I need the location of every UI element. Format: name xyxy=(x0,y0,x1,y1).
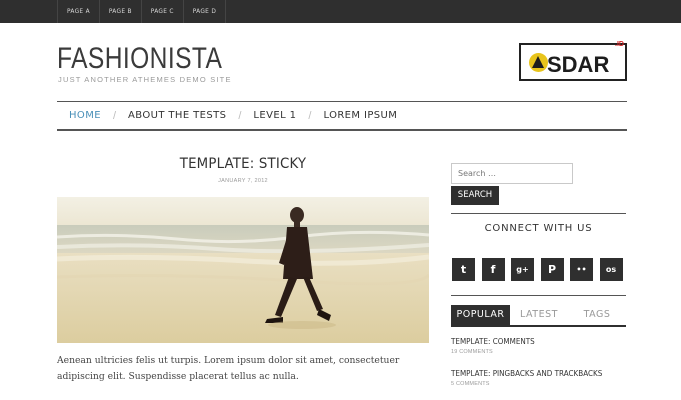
connect-heading: CONNECT WITH US xyxy=(451,213,626,245)
top-nav-page-c[interactable]: PAGE C xyxy=(142,0,184,23)
header-logo[interactable]: SDAR .ID xyxy=(519,41,627,81)
post-title[interactable]: TEMPLATE: STICKY xyxy=(72,156,414,172)
sidebar-divider xyxy=(451,295,626,296)
sidebar-tabs: POPULAR LATEST TAGS xyxy=(451,305,626,327)
popular-post-item: TEMPLATE: PINGBACKS AND TRACKBACKS 5 COM… xyxy=(451,369,626,387)
top-bar: PAGE A PAGE B PAGE C PAGE D xyxy=(0,0,681,23)
tab-popular[interactable]: POPULAR xyxy=(451,305,510,325)
facebook-icon[interactable]: f xyxy=(481,258,505,281)
logo-text: SDAR xyxy=(547,52,610,77)
popular-post-comments: 5 COMMENTS xyxy=(451,381,490,387)
main-nav: HOME / ABOUT THE TESTS / LEVEL 1 / LOREM… xyxy=(57,101,627,131)
top-nav-page-a[interactable]: PAGE A xyxy=(58,0,100,23)
logo-emblem-icon xyxy=(529,53,548,72)
site-tagline: JUST ANOTHER ATHEMES DEMO SITE xyxy=(58,75,232,84)
popular-post-title[interactable]: TEMPLATE: COMMENTS xyxy=(451,337,609,346)
logo-suffix: .ID xyxy=(615,41,624,48)
tab-tags[interactable]: TAGS xyxy=(568,305,626,325)
post-excerpt: Aenean ultricies felis ut turpis. Lorem … xyxy=(57,355,400,382)
social-icons: t f g+ P •• os xyxy=(452,258,623,281)
post-date: JANUARY 7, 2012 xyxy=(218,178,268,184)
nav-item-home[interactable]: HOME xyxy=(57,110,113,121)
search-button[interactable]: SEARCH xyxy=(451,186,499,205)
top-nav-page-b[interactable]: PAGE B xyxy=(100,0,142,23)
nav-item-level-1[interactable]: LEVEL 1 xyxy=(241,110,308,121)
pinterest-icon[interactable]: P xyxy=(540,258,564,281)
post-featured-image[interactable] xyxy=(57,197,429,343)
popular-post-item: TEMPLATE: COMMENTS 19 COMMENTS xyxy=(451,337,626,355)
popular-post-comments: 19 COMMENTS xyxy=(451,349,493,355)
lastfm-icon[interactable]: os xyxy=(599,258,623,281)
top-nav-page-d[interactable]: PAGE D xyxy=(184,0,227,23)
nav-item-about-the-tests[interactable]: ABOUT THE TESTS xyxy=(116,110,238,121)
twitter-icon[interactable]: t xyxy=(452,258,475,281)
search-input[interactable]: Search … xyxy=(451,163,573,184)
googleplus-icon[interactable]: g+ xyxy=(511,258,534,281)
site-title[interactable]: FASHIONISTA xyxy=(57,42,222,76)
popular-post-title[interactable]: TEMPLATE: PINGBACKS AND TRACKBACKS xyxy=(451,369,609,378)
tab-latest[interactable]: LATEST xyxy=(510,305,568,325)
nav-item-lorem-ipsum[interactable]: LOREM IPSUM xyxy=(311,110,409,121)
flickr-icon[interactable]: •• xyxy=(570,258,593,281)
beach-photo xyxy=(57,197,429,343)
top-nav: PAGE A PAGE B PAGE C PAGE D xyxy=(57,0,227,23)
